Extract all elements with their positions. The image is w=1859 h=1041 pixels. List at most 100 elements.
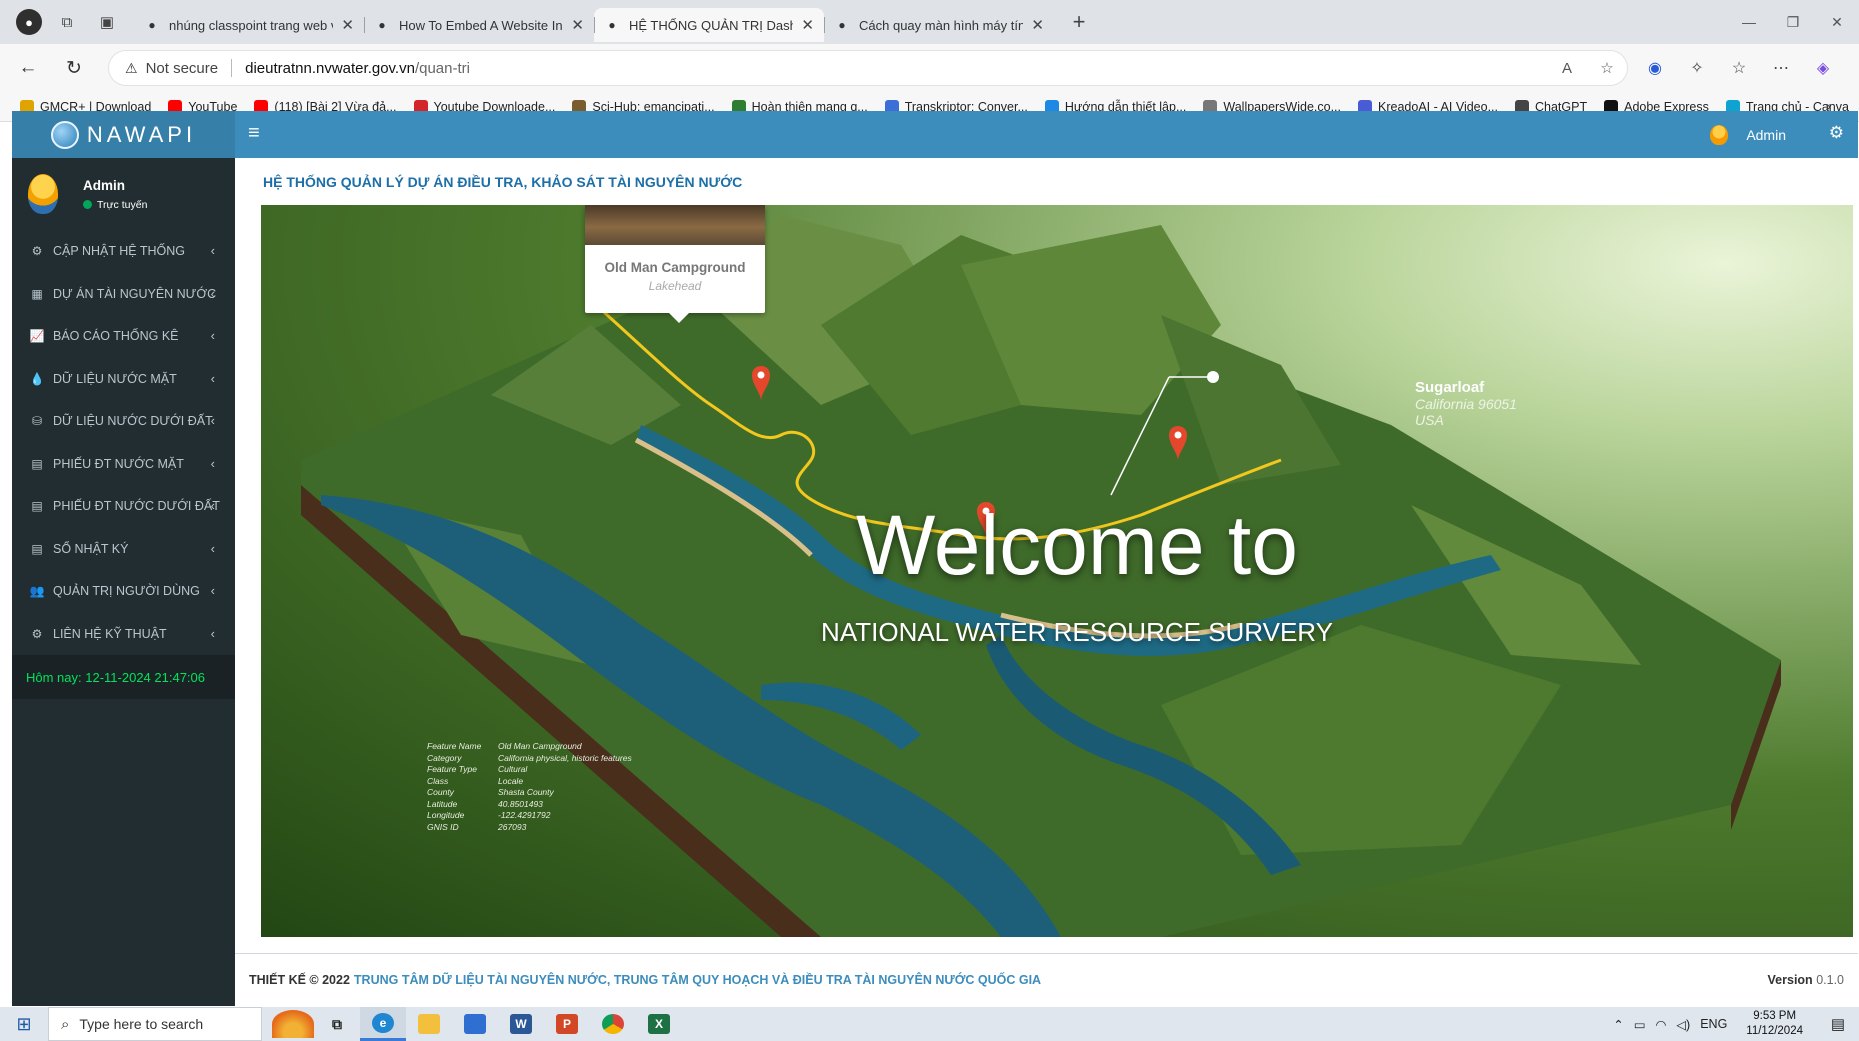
feature-value: Old Man Campground — [498, 741, 582, 751]
search-icon: ⌕ — [61, 1015, 70, 1033]
page-title: HỆ THỐNG QUẢN LÝ DỰ ÁN ĐIỀU TRA, KHẢO SÁ… — [263, 174, 743, 190]
workspaces-icon[interactable]: ⧉ — [52, 7, 82, 37]
sidebar-menu-item[interactable]: 👥 QUẢN TRỊ NGƯỜI DÙNG ‹ — [12, 570, 235, 613]
logbook-icon: ▤ — [31, 541, 43, 556]
user-panel: Admin Trực tuyến — [12, 158, 235, 230]
meet-now-icon[interactable]: ▭ — [1629, 1017, 1651, 1032]
version-label: Version — [1767, 973, 1813, 987]
security-label[interactable]: Not secure — [146, 60, 219, 77]
profile-avatar-icon[interactable]: ● — [16, 9, 42, 35]
settings-gears-icon[interactable]: ⚙ — [1829, 123, 1844, 143]
system-tray: ⌃ ▭ ◠ ◁) ENG 9:53 PM 11/12/2024 ▤ — [1608, 1007, 1859, 1041]
header-user-menu[interactable]: Admin — [1710, 125, 1786, 145]
address-divider — [231, 59, 233, 77]
chevron-left-icon: ‹ — [210, 540, 215, 556]
close-tab-icon[interactable]: ✕ — [1031, 16, 1044, 34]
campground-callout[interactable]: Old Man Campground Lakehead — [585, 205, 765, 323]
address-bar[interactable]: ⚠ Not secure dieutratnn.nvwater.gov.vn /… — [108, 50, 1628, 86]
underground-icon: ⛁ — [31, 414, 43, 429]
edge-browser-icon[interactable]: e — [360, 1007, 406, 1041]
copilot-icon[interactable]: ◈ — [1802, 58, 1844, 78]
minimize-icon[interactable]: — — [1727, 0, 1771, 44]
sidebar-menu-item[interactable]: ▦ DỰ ÁN TÀI NGUYÊN NƯỚC ‹ — [12, 273, 235, 316]
sidebar-menu-item[interactable]: ▤ PHIẾU ĐT NƯỚC DƯỚI ĐẤT ‹ — [12, 485, 235, 528]
tray-overflow-icon[interactable]: ⌃ — [1608, 1017, 1628, 1032]
back-icon[interactable]: ← — [10, 50, 46, 86]
more-menu-icon[interactable]: ⋯ — [1760, 58, 1802, 78]
taskbar-search-box[interactable]: ⌕ Type here to search — [48, 1007, 262, 1041]
task-view-icon[interactable]: ⧉ — [314, 1007, 360, 1041]
windows-start-icon[interactable]: ⊞ — [0, 1007, 48, 1041]
sidebar-menu-item[interactable]: ▤ SỔ NHẬT KÝ ‹ — [12, 528, 235, 571]
feature-key: Category — [427, 752, 462, 763]
browser-tab[interactable]: ● nhúng classpoint trang web vào t ✕ — [134, 8, 364, 42]
table-icon: ▦ — [31, 286, 43, 301]
taskbar-clock[interactable]: 9:53 PM 11/12/2024 — [1732, 1009, 1817, 1039]
favorite-star-icon[interactable]: ☆ — [1587, 59, 1627, 77]
today-datetime: Hôm nay: 12-11-2024 21:47:06 — [12, 655, 235, 699]
url-host[interactable]: dieutratnn.nvwater.gov.vn — [245, 60, 415, 77]
reload-icon[interactable]: ↻ — [56, 50, 92, 86]
extension-icon[interactable]: ◉ — [1634, 58, 1676, 78]
close-tab-icon[interactable]: ✕ — [571, 16, 584, 34]
browser-tab[interactable]: ● How To Embed A Website In Pow ✕ — [364, 8, 594, 42]
url-path[interactable]: /quan-tri — [415, 60, 470, 77]
app-logo[interactable]: NAWAPI — [12, 111, 235, 158]
browser-toolbar: ← ↻ ⚠ Not secure dieutratnn.nvwater.gov.… — [0, 44, 1859, 92]
footer-org-link[interactable]: TRUNG TÂM DỮ LIỆU TÀI NGUYÊN NƯỚC, TRUNG… — [354, 973, 1041, 987]
word-icon[interactable]: W — [498, 1007, 544, 1041]
language-indicator[interactable]: ENG — [1695, 1017, 1732, 1031]
sidebar-menu-label: SỔ NHẬT KÝ — [53, 541, 129, 556]
feature-row: Feature Name Old Man Campground — [427, 741, 632, 753]
tab-actions-icon[interactable]: ▣ — [92, 7, 122, 37]
footer-design: THIẾT KẾ © 2022 — [249, 973, 350, 987]
callout-name: Old Man Campground — [604, 260, 746, 275]
close-window-icon[interactable]: ✕ — [1815, 0, 1859, 44]
favorites-icon[interactable]: ☆ — [1718, 58, 1760, 78]
wifi-icon[interactable]: ◠ — [1651, 1017, 1672, 1032]
hamburger-menu-icon[interactable]: ≡ — [248, 122, 260, 145]
browser-tab[interactable]: ● HỆ THỐNG QUẢN TRỊ Dashboard ✕ — [594, 8, 824, 42]
search-highlight-icon[interactable] — [272, 1010, 314, 1038]
nawapi-globe-icon — [50, 120, 79, 149]
read-aloud-icon[interactable]: A — [1547, 60, 1587, 77]
campground-photo — [585, 205, 765, 245]
feature-key: GNIS ID — [427, 821, 459, 832]
chevron-left-icon: ‹ — [210, 498, 215, 513]
close-tab-icon[interactable]: ✕ — [341, 16, 354, 34]
store-icon[interactable] — [452, 1007, 498, 1041]
chrome-icon[interactable] — [590, 1007, 636, 1041]
new-tab-button[interactable]: + — [1064, 9, 1094, 35]
sidebar-menu-label: PHIẾU ĐT NƯỚC MẶT — [53, 456, 184, 471]
document-icon: ▤ — [31, 499, 43, 514]
notification-center-icon[interactable]: ▤ — [1817, 1007, 1859, 1041]
feature-key: Feature Name — [427, 741, 482, 751]
extensions-puzzle-icon[interactable]: ✧ — [1676, 58, 1718, 78]
callout-sub: Lakehead — [648, 279, 702, 293]
welcome-subtitle: NATIONAL WATER RESOURCE SURVERY — [821, 617, 1333, 647]
gear-icon: ⚙ — [31, 244, 43, 259]
line-chart-icon: 📈 — [29, 329, 45, 344]
feature-info-table: Feature Name Old Man Campground Category Ca… — [427, 741, 632, 833]
sidebar-menu-item[interactable]: ⚙ LIÊN HỆ KỸ THUẬT ‹ — [12, 613, 235, 656]
sugarloaf-name: Sugarloaf — [1415, 379, 1485, 396]
avatar — [28, 174, 58, 214]
header-user-name: Admin — [1746, 127, 1786, 143]
excel-icon[interactable]: X — [636, 1007, 682, 1041]
sidebar-menu-item[interactable]: ⛁ DỮ LIỆU NƯỚC DƯỚI ĐẤT ‹ — [12, 400, 235, 443]
sidebar-menu-item[interactable]: 📈 BÁO CÁO THỐNG KÊ ‹ — [12, 315, 235, 358]
sidebar-menu-label: DỮ LIỆU NƯỚC MẶT — [53, 371, 177, 386]
feature-key: Latitude — [427, 798, 458, 809]
sidebar: Admin Trực tuyến ⚙ CẬP NHẬT HỆ THỐNG ‹ ▦ DỰ … — [12, 158, 235, 1006]
feature-row: Longitude -122.4291792 — [427, 810, 632, 822]
sidebar-menu-item[interactable]: ▤ PHIẾU ĐT NƯỚC MẶT ‹ — [12, 443, 235, 486]
warning-icon[interactable]: ⚠ — [125, 60, 138, 77]
file-explorer-icon[interactable] — [406, 1007, 452, 1041]
sidebar-menu-item[interactable]: 💧 DỮ LIỆU NƯỚC MẶT ‹ — [12, 358, 235, 401]
restore-icon[interactable]: ❐ — [1771, 0, 1815, 44]
browser-tab[interactable]: ● Cách quay màn hình máy tính nh ✕ — [824, 8, 1054, 42]
close-tab-icon[interactable]: ✕ — [801, 16, 814, 34]
sidebar-menu-item[interactable]: ⚙ CẬP NHẬT HỆ THỐNG ‹ — [12, 230, 235, 273]
powerpoint-icon[interactable]: P — [544, 1007, 590, 1041]
volume-icon[interactable]: ◁) — [1671, 1017, 1695, 1032]
